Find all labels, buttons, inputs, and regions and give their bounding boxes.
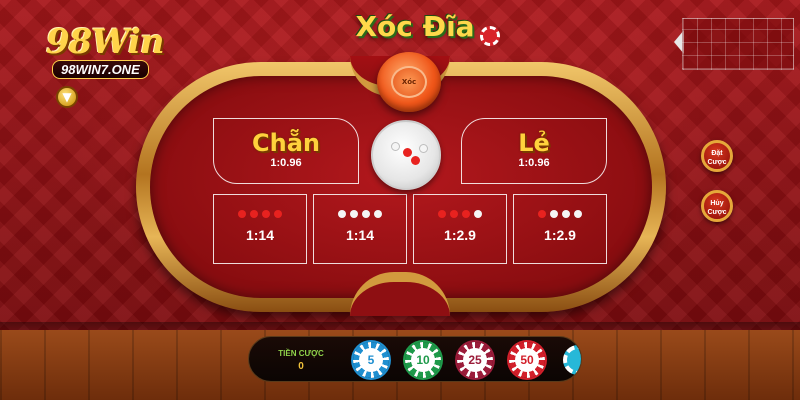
white-dot bbox=[338, 210, 346, 218]
white-dot bbox=[374, 210, 382, 218]
bet-combo-4[interactable]: 1:2.9 bbox=[513, 194, 607, 264]
bet-bar: TIỀN CƯỢC 0 5 10 25 50 bbox=[248, 336, 582, 382]
shaker-bowl: Xóc bbox=[377, 52, 441, 112]
coin-white bbox=[419, 144, 428, 153]
bet-odd-label: Lẻ bbox=[518, 129, 550, 157]
chip-5[interactable]: 5 bbox=[353, 342, 389, 378]
bet-amount-label: TIỀN CƯỢC bbox=[278, 349, 324, 358]
combo-dots bbox=[214, 203, 306, 218]
combo-odds: 1:14 bbox=[245, 227, 275, 243]
chip-50[interactable]: 50 bbox=[509, 342, 545, 378]
coin-red bbox=[403, 148, 412, 157]
red-dot bbox=[438, 210, 446, 218]
white-dot bbox=[550, 210, 558, 218]
logo-domain: 98WIN7.ONE bbox=[52, 60, 149, 79]
red-dot bbox=[274, 210, 282, 218]
coin-white bbox=[391, 142, 400, 151]
red-dot bbox=[250, 210, 258, 218]
bet-combo-3[interactable]: 1:2.9 bbox=[413, 194, 507, 264]
dish bbox=[371, 120, 441, 190]
game-title: Xóc Đĩa bbox=[355, 10, 475, 43]
red-dot bbox=[450, 210, 458, 218]
bet-even-label: Chẵn bbox=[252, 129, 320, 157]
red-dot bbox=[238, 210, 246, 218]
history-grid bbox=[682, 18, 794, 70]
white-dot bbox=[562, 210, 570, 218]
white-dot bbox=[362, 210, 370, 218]
red-dot bbox=[462, 210, 470, 218]
repeat-bet-button[interactable]: Đặt Cược bbox=[701, 140, 733, 172]
bet-combo-1[interactable]: 1:14 bbox=[213, 194, 307, 264]
red-dot bbox=[262, 210, 270, 218]
chip-25[interactable]: 25 bbox=[457, 342, 493, 378]
combo-odds: 1:2.9 bbox=[544, 227, 576, 243]
cancel-bet-button[interactable]: Hủy Cược bbox=[701, 190, 733, 222]
trophy-icon[interactable]: ▼ bbox=[56, 86, 78, 108]
combo-dots bbox=[414, 203, 506, 218]
brand-logo: 98Win 98WIN7.ONE bbox=[40, 22, 170, 82]
bet-amount-value: 0 bbox=[298, 361, 304, 372]
bet-odd-odds: 1:0.96 bbox=[518, 157, 550, 169]
title-chip-icon bbox=[480, 26, 500, 46]
logo-text: 98Win bbox=[46, 22, 165, 62]
chip-label: 5 bbox=[367, 353, 375, 367]
chip-10[interactable]: 10 bbox=[405, 342, 441, 378]
bet-even[interactable]: Chẵn 1:0.96 bbox=[213, 118, 359, 184]
chip-label: 10 bbox=[416, 353, 430, 367]
chip-label: 25 bbox=[468, 353, 482, 367]
combo-odds: 1:14 bbox=[345, 227, 375, 243]
coin-red bbox=[411, 156, 420, 165]
bowl-label: Xóc bbox=[391, 66, 427, 98]
chip-more-partial[interactable] bbox=[563, 345, 581, 375]
white-dot bbox=[350, 210, 358, 218]
bet-odd[interactable]: Lẻ 1:0.96 bbox=[461, 118, 607, 184]
combo-dots bbox=[514, 203, 606, 218]
game-title-wrap: Xóc Đĩa bbox=[330, 10, 500, 50]
red-dot bbox=[538, 210, 546, 218]
combo-odds: 1:2.9 bbox=[444, 227, 476, 243]
chip-label: 50 bbox=[520, 353, 534, 367]
white-dot bbox=[474, 210, 482, 218]
bet-even-odds: 1:0.96 bbox=[270, 157, 302, 169]
combo-dots bbox=[314, 203, 406, 218]
white-dot bbox=[574, 210, 582, 218]
bet-combo-2[interactable]: 1:14 bbox=[313, 194, 407, 264]
